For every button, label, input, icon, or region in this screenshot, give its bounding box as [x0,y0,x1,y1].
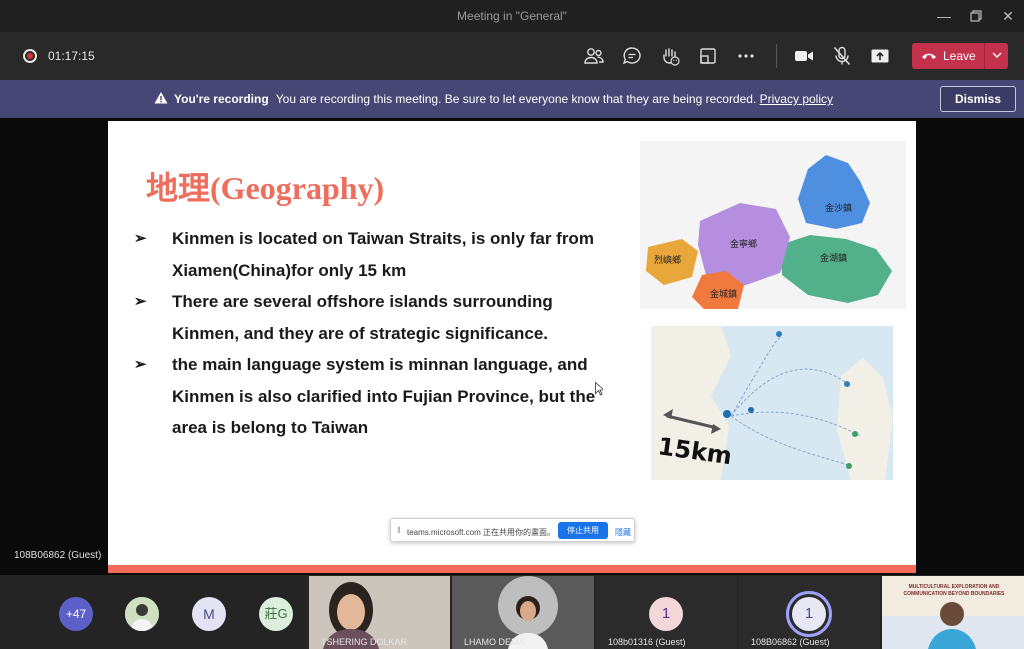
poster-text: MULTICULTURAL EXPLORATION AND COMMUNICAT… [903,584,1005,597]
more-options-icon[interactable] [734,44,758,68]
stop-sharing-button[interactable]: 停止共用 [558,522,608,539]
title-bar: Meeting in "General" — ✕ [0,0,1024,32]
bullet-arrow-icon: ➢ [134,356,147,373]
bullet-text: There are several offshore islands surro… [172,292,553,343]
presenter-name: 108B06862 (Guest) [14,550,102,561]
participant-strip: +47 M 莊G TSHERING DOLKAR LHAMO DEMA 1 10… [0,575,1024,649]
slide-bullet: ➢ the main language system is minnan lan… [132,349,612,444]
map-label: 金城鎮 [710,288,737,300]
slide-bullet: ➢ There are several offshore islands sur… [132,286,612,349]
slide-bullet-list: ➢ Kinmen is located on Taiwan Straits, i… [132,223,612,444]
recording-banner: You're recording You are recording this … [0,80,1024,118]
slide-title: 地理(Geography) [146,170,385,206]
map-label: 金沙鎮 [825,202,852,214]
participant-tile[interactable]: 1 108B06862 (Guest) [739,576,880,649]
reactions-icon[interactable] [658,44,682,68]
recording-message: You're recording You are recording this … [174,92,833,106]
recording-status: You're recording [174,92,269,106]
participant-avatar-badge: 1 [649,597,683,631]
recording-indicator-icon [23,49,37,63]
control-divider [776,44,777,68]
minimize-icon[interactable]: — [934,6,954,26]
shared-content-stage: 地理(Geography) ➢ Kinmen is located on Tai… [0,118,1024,575]
meeting-timer: 01:17:15 [48,49,95,63]
participant-name: LHAMO DEMA [464,637,525,647]
bullet-arrow-icon: ➢ [134,230,147,247]
recording-notice: You are recording this meeting. Be sure … [275,92,757,106]
participants-icon[interactable] [582,44,606,68]
taiwan-strait-route-map: 15km [651,326,893,480]
chat-icon[interactable] [620,44,644,68]
window-title: Meeting in "General" [457,9,567,23]
bullet-arrow-icon: ➢ [134,293,147,310]
participant-name: TSHERING DOLKAR [321,637,408,647]
restore-icon[interactable] [966,6,986,26]
mic-muted-icon[interactable] [830,44,854,68]
bullet-text: the main language system is minnan langu… [172,355,596,437]
participant-avatar-badge: 1 [792,597,826,631]
map-label: 烈嶼鄉 [654,254,681,266]
cursor-icon [595,382,603,396]
avatar[interactable]: 莊G [259,597,293,631]
screen-share-toast: ‖ teams.microsoft.com 正在共用你的畫面。 停止共用 隱藏 [390,518,635,542]
share-toast-text: teams.microsoft.com 正在共用你的畫面。 [407,528,556,537]
participant-name: 108B06862 (Guest) [751,637,830,647]
hide-toast-link[interactable]: 隱藏 [615,527,631,538]
participant-name: 108b01316 (Guest) [608,637,686,647]
map-label: 金寧鄉 [730,238,757,250]
participant-video-tile[interactable]: MULTICULTURAL EXPLORATION AND COMMUNICAT… [882,576,1024,649]
rooms-icon[interactable] [696,44,720,68]
map-label: 金湖鎮 [820,252,847,264]
camera-icon[interactable] [792,44,816,68]
avatar[interactable]: M [192,597,226,631]
participant-video-tile[interactable]: TSHERING DOLKAR [309,576,450,649]
hangup-icon [922,53,936,59]
leave-button[interactable]: Leave [912,43,1008,69]
leave-label: Leave [943,49,976,63]
privacy-policy-link[interactable]: Privacy policy [760,92,833,106]
leave-divider [984,43,985,69]
dismiss-button[interactable]: Dismiss [940,86,1016,112]
kinmen-township-map: 金沙鎮 金寧鄉 金湖鎮 烈嶼鄉 金城鎮 [640,141,906,313]
participant-video-tile[interactable]: LHAMO DEMA [452,576,594,649]
meeting-control-bar: 01:17:15 Leave [0,32,1024,80]
chevron-down-icon[interactable] [990,47,1004,63]
share-screen-icon[interactable] [868,44,892,68]
bullet-text: Kinmen is located on Taiwan Straits, is … [172,229,594,280]
presentation-slide: 地理(Geography) ➢ Kinmen is located on Tai… [108,121,916,573]
warning-icon [154,92,168,104]
drag-handle-icon[interactable]: ‖ [397,525,401,535]
close-icon[interactable]: ✕ [998,6,1018,26]
more-participants-button[interactable]: +47 [59,597,93,631]
participant-tile[interactable]: 1 108b01316 (Guest) [596,576,737,649]
avatar[interactable] [125,597,159,631]
slide-footer-bar [108,565,916,573]
slide-bullet: ➢ Kinmen is located on Taiwan Straits, i… [132,223,612,286]
teams-meeting-window: Meeting in "General" — ✕ 01:17:15 Leave … [0,0,1024,649]
